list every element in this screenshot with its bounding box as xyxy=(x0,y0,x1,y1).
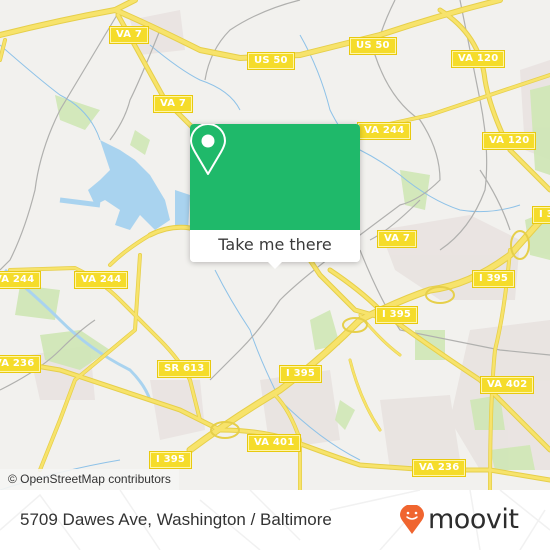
road-shield: I 395 xyxy=(278,365,323,383)
road-shield: US 50 xyxy=(349,37,397,55)
road-shield: VA 244 xyxy=(356,122,412,140)
road-shield: VA 7 xyxy=(108,26,150,44)
road-shield: VA 7 xyxy=(152,95,194,113)
road-shield: I 395 xyxy=(471,270,516,288)
road-shield: US 50 xyxy=(247,52,295,70)
road-shield: VA 401 xyxy=(246,434,302,452)
road-shield: I 395 xyxy=(531,206,550,224)
location-pin-icon xyxy=(190,124,226,175)
road-shield: VA 236 xyxy=(0,355,42,373)
road-shield: VA 236 xyxy=(411,459,467,477)
map-view[interactable]: VA 7 US 50 US 50 VA 120 VA 7 VA 244 VA 1… xyxy=(0,0,550,490)
road-shield: I 395 xyxy=(374,306,419,324)
moovit-smiley-pin-icon xyxy=(400,505,424,534)
road-shield: VA 120 xyxy=(481,132,537,150)
location-popup: Take me there xyxy=(190,124,360,269)
road-shield: SR 613 xyxy=(156,360,212,378)
moovit-logo[interactable]: moovit xyxy=(400,502,540,538)
popup-pointer xyxy=(266,260,284,269)
footer-bar: 5709 Dawes Ave, Washington / Baltimore m… xyxy=(0,490,550,550)
road-shield: I 395 xyxy=(148,451,193,469)
road-shield: VA 244 xyxy=(73,271,129,289)
moovit-wordmark: moovit xyxy=(428,504,519,535)
road-shield: VA 7 xyxy=(376,230,418,248)
road-shield: VA 244 xyxy=(0,271,42,289)
road-shield: VA 402 xyxy=(479,376,535,394)
take-me-there-button[interactable]: Take me there xyxy=(190,230,360,262)
road-shield: VA 120 xyxy=(450,50,506,68)
address-label: 5709 Dawes Ave, Washington / Baltimore xyxy=(20,510,332,529)
popup-header xyxy=(190,124,360,230)
map-attribution[interactable]: © OpenStreetMap contributors xyxy=(0,469,179,490)
